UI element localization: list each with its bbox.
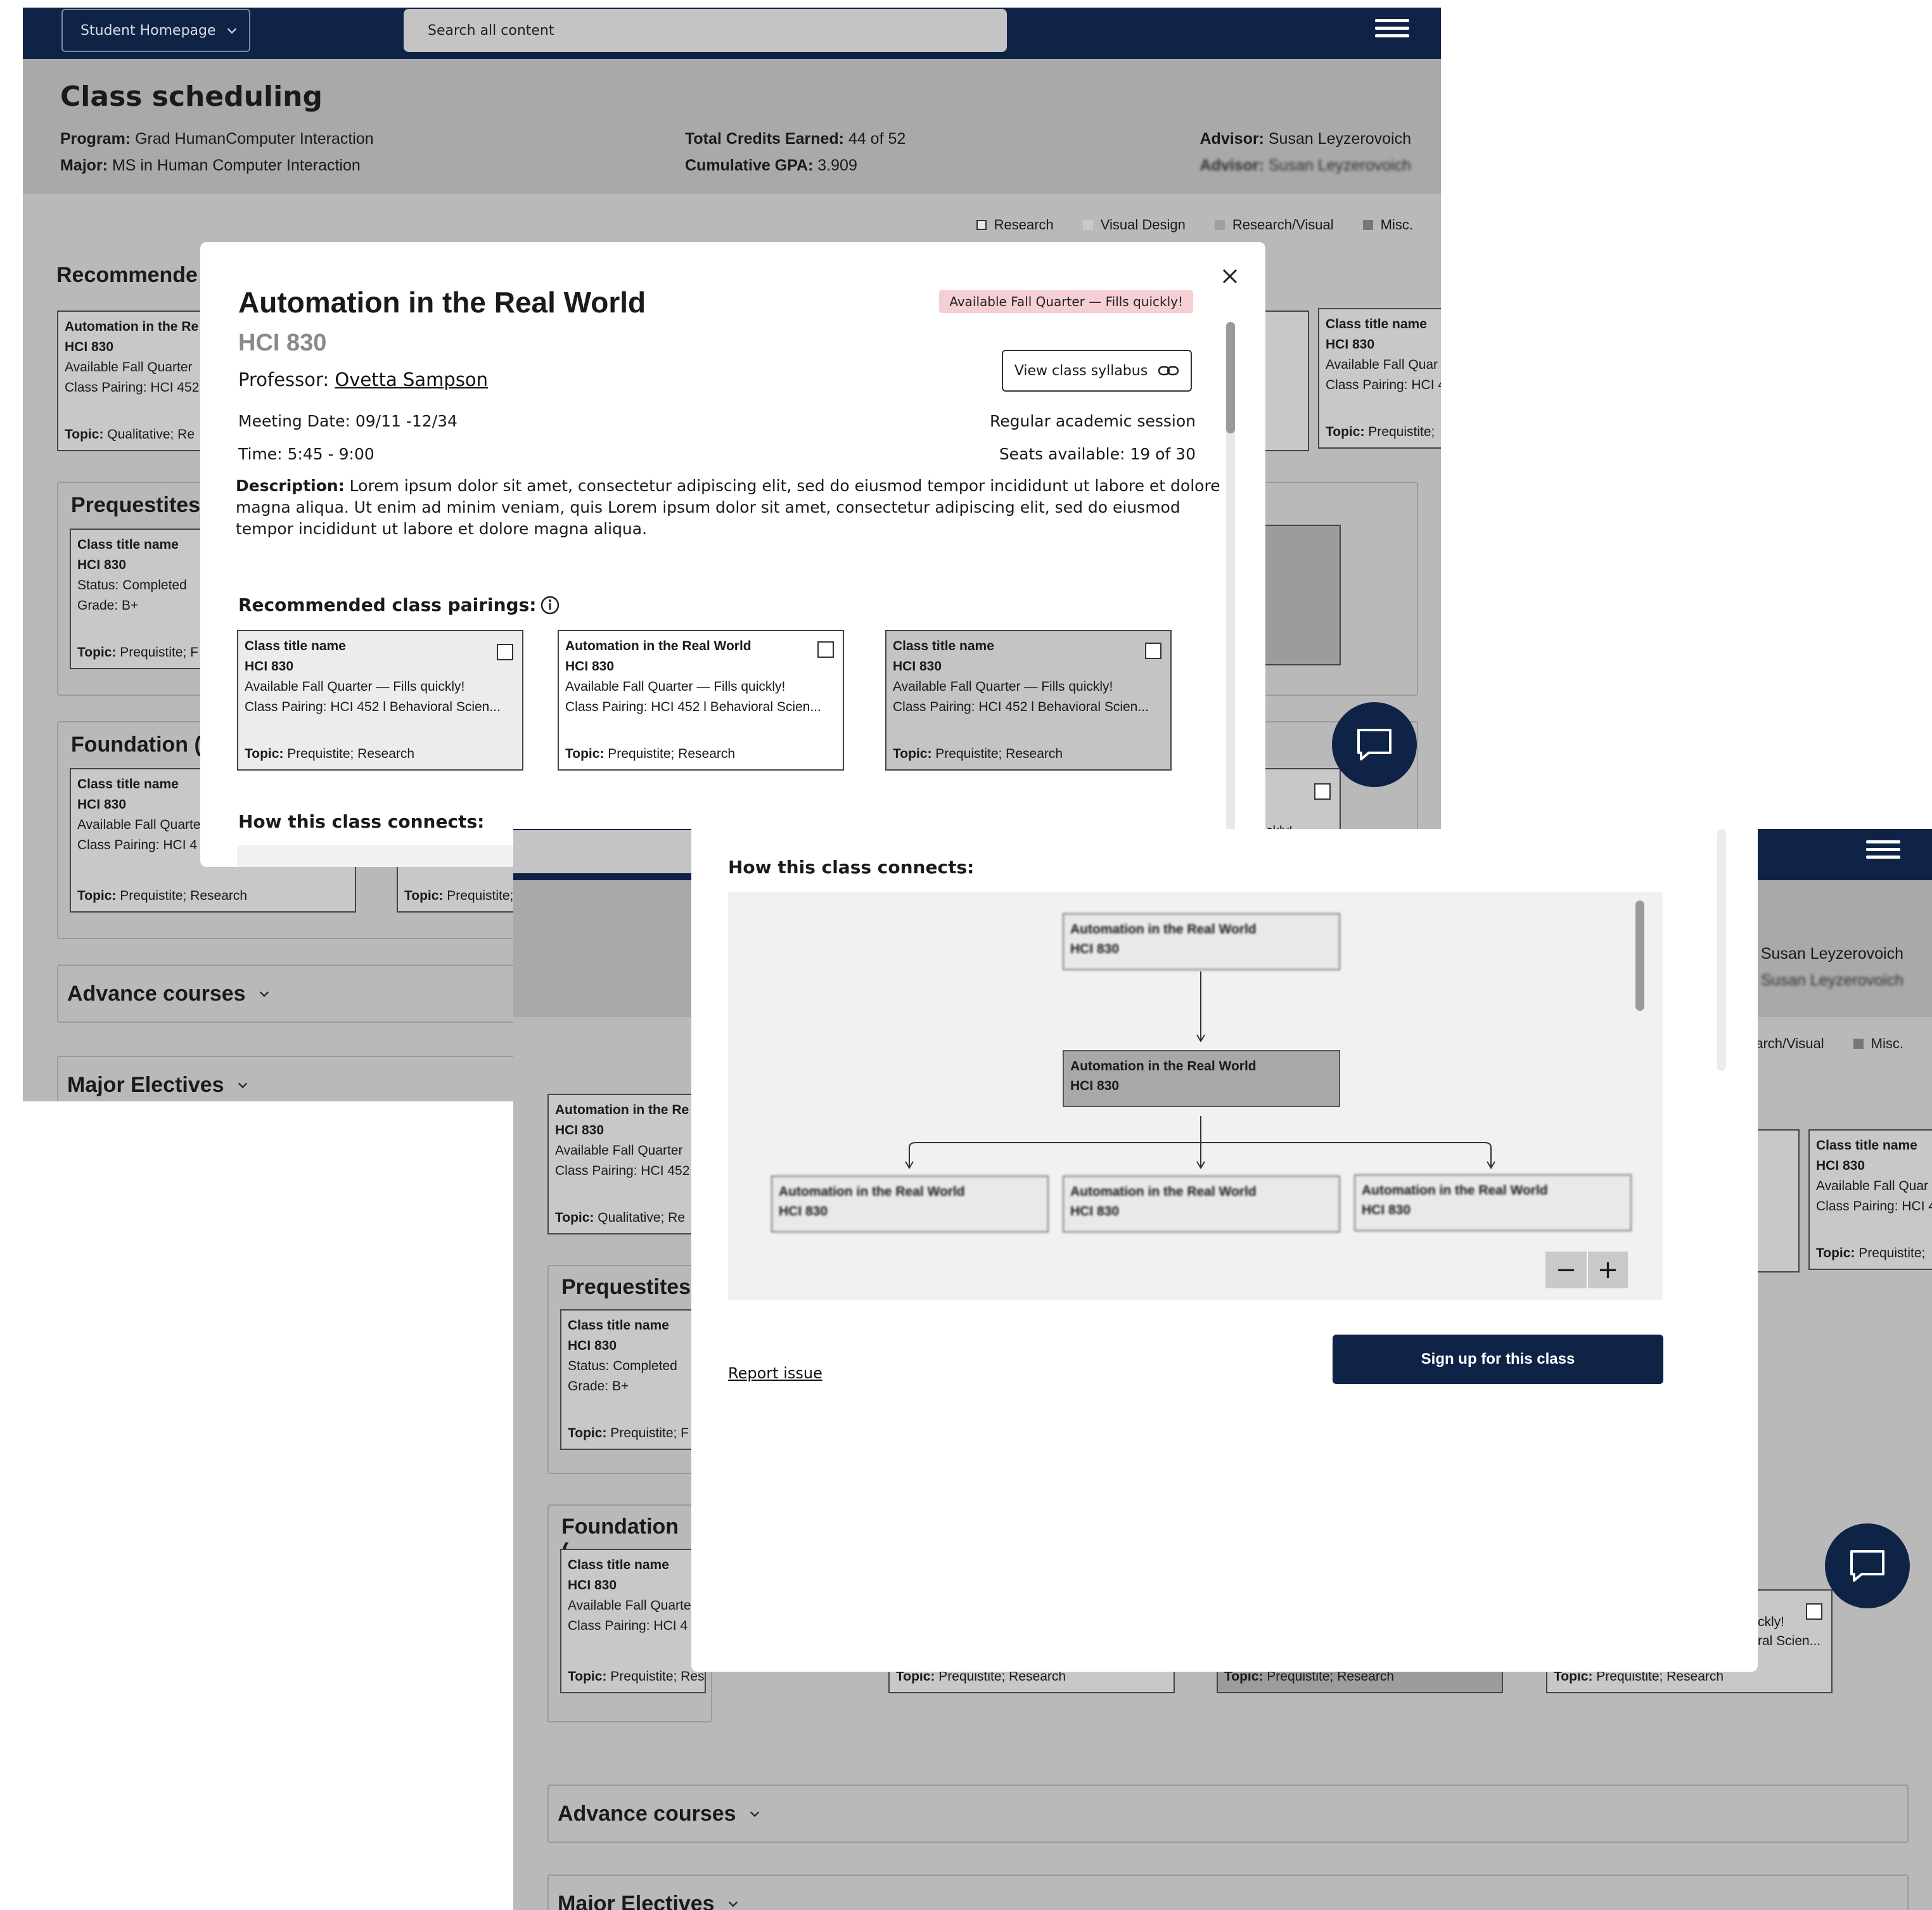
class-detail-modal-scrolled: How this class connects: Automation in t… [691, 829, 1758, 1672]
foundation-heading: Foundation ( [71, 733, 202, 757]
connects-heading: How this class connects: [728, 857, 975, 878]
zoom-controls: − + [1545, 1252, 1628, 1288]
pairing-card[interactable]: Automation in the Real World HCI 830 Ava… [558, 630, 844, 771]
class-checkbox[interactable] [1314, 783, 1331, 800]
advisor-info-blurred: Advisor: Susan Leyzerovoich [1200, 157, 1412, 174]
link-icon [1158, 366, 1179, 376]
chat-bubble-icon [1850, 1550, 1884, 1582]
connects-heading: How this class connects: [238, 811, 485, 832]
menu-icon[interactable] [1375, 19, 1409, 44]
accordion-label: Major Electives [67, 1072, 224, 1097]
availability-badge: Available Fall Quarter — Fills quickly! [939, 290, 1193, 313]
pairing-card[interactable]: Class title name HCI 830 Available Fall … [885, 630, 1172, 771]
advisor-info: Advisor: Susan Leyzerovoich [1200, 130, 1412, 148]
legend-misc: Misc. [1853, 1035, 1903, 1052]
class-card[interactable]: Class title name HCI 830 Status: Complet… [560, 1309, 700, 1450]
zoom-in-button[interactable]: + [1587, 1252, 1628, 1288]
home-button-label: Student Homepage [80, 22, 216, 39]
chevron-down-icon [750, 1811, 759, 1817]
legend-research: Research [976, 217, 1054, 233]
credits-info: Total Credits Earned: 44 of 52 [685, 130, 906, 148]
chat-button[interactable] [1332, 702, 1417, 787]
class-checkbox[interactable] [1806, 1603, 1822, 1620]
info-icon[interactable] [540, 595, 560, 615]
view-syllabus-button[interactable]: View class syllabus [1002, 350, 1192, 392]
class-card[interactable]: Class title name HCI 830 Available Fall … [1318, 308, 1441, 449]
graph-node-prerequisite[interactable]: Automation in the Real World HCI 830 [1063, 913, 1340, 970]
topic-legend: Research Visual Design Research/Visual M… [976, 217, 1413, 233]
search-input[interactable]: Search all content [404, 9, 1007, 52]
connection-graph[interactable]: Automation in the Real World HCI 830 Auto… [728, 892, 1663, 1300]
chevron-down-icon [259, 991, 269, 997]
advance-courses-accordion[interactable]: Advance courses [547, 1785, 1909, 1843]
pairing-card[interactable]: Class title name HCI 830 Available Fall … [237, 630, 523, 771]
student-homepage-dropdown[interactable]: Student Homepage [61, 9, 250, 52]
chevron-down-icon [227, 28, 236, 34]
sign-up-button[interactable]: Sign up for this class [1333, 1335, 1663, 1384]
seats-available: Seats available: 19 of 30 [999, 445, 1196, 463]
prerequisites-heading: Prequestites [71, 493, 201, 517]
pairings-heading: Recommended class pairings: [238, 594, 560, 615]
class-card[interactable]: Class title name HCI 830 Available Fall … [560, 1549, 706, 1693]
meeting-time: Time: 5:45 - 9:00 [238, 445, 374, 463]
accordion-label: Major Electives [558, 1891, 715, 1910]
page-title: Class scheduling [60, 80, 323, 113]
class-detail-modal: Automation in the Real World HCI 830 Ava… [200, 242, 1265, 867]
chevron-down-icon [238, 1082, 247, 1089]
class-description: Description: Lorem ipsum dolor sit amet,… [236, 477, 1220, 538]
pairing-checkbox[interactable] [497, 644, 513, 660]
prerequisites-heading: Prequestites [561, 1275, 691, 1299]
legend-misc: Misc. [1362, 217, 1413, 233]
close-icon[interactable] [1221, 267, 1239, 285]
modal-course-code: HCI 830 [238, 330, 327, 356]
accordion-label: Advance courses [558, 1801, 736, 1826]
major-info: Major: MS in Human Computer Interaction [60, 157, 361, 174]
screen-modal-bottom: Advisor: Susan Leyzerovoich Advisor: Sus… [513, 829, 1932, 1910]
meeting-date: Meeting Date: 09/11 -12/34 [238, 412, 457, 430]
accordion-label: Advance courses [67, 981, 246, 1006]
pairing-checkbox[interactable] [817, 641, 834, 658]
search-placeholder: Search all content [428, 22, 554, 39]
chevron-down-icon [728, 1901, 738, 1907]
modal-title: Automation in the Real World [238, 286, 646, 319]
recommended-heading: Recommende [56, 263, 198, 287]
modal-scrollbar[interactable] [1226, 322, 1235, 867]
pairing-checkbox[interactable] [1145, 643, 1161, 659]
student-info-header: Class scheduling Program: Grad HumanComp… [23, 59, 1441, 194]
legend-research-visual: Research/Visual [1214, 217, 1334, 233]
program-info: Program: Grad HumanComputer Interaction [60, 130, 374, 148]
chat-bubble-icon [1357, 729, 1391, 760]
professor-link[interactable]: Ovetta Sampson [335, 369, 488, 390]
major-electives-accordion[interactable]: Major Electives [547, 1875, 1909, 1910]
graph-node-next-right[interactable]: Automation in the Real World HCI 830 [1354, 1174, 1632, 1231]
report-issue-link[interactable]: Report issue [728, 1364, 822, 1382]
graph-node-next-left[interactable]: Automation in the Real World HCI 830 [771, 1176, 1049, 1233]
chat-button[interactable] [1825, 1523, 1910, 1608]
modal-scrollbar[interactable] [1717, 829, 1726, 1071]
class-card[interactable]: Class title name HCI 830 Available Fall … [1808, 1129, 1932, 1270]
syllabus-button-label: View class syllabus [1014, 362, 1148, 379]
professor-info: Professor: Ovetta Sampson [238, 369, 489, 390]
gpa-info: Cumulative GPA: 3.909 [685, 157, 857, 174]
zoom-out-button[interactable]: − [1545, 1252, 1587, 1288]
top-navigation-bar: Student Homepage Search all content [23, 8, 1441, 59]
graph-node-next-middle[interactable]: Automation in the Real World HCI 830 [1063, 1176, 1340, 1233]
session-type: Regular academic session [990, 412, 1196, 430]
class-card[interactable]: Automation in the Re HCI 830 Available F… [547, 1094, 712, 1234]
menu-icon[interactable] [1866, 840, 1900, 866]
legend-visual-design: Visual Design [1082, 217, 1186, 233]
graph-scrollbar[interactable] [1635, 901, 1644, 1011]
graph-node-current-class[interactable]: Automation in the Real World HCI 830 [1063, 1050, 1340, 1107]
